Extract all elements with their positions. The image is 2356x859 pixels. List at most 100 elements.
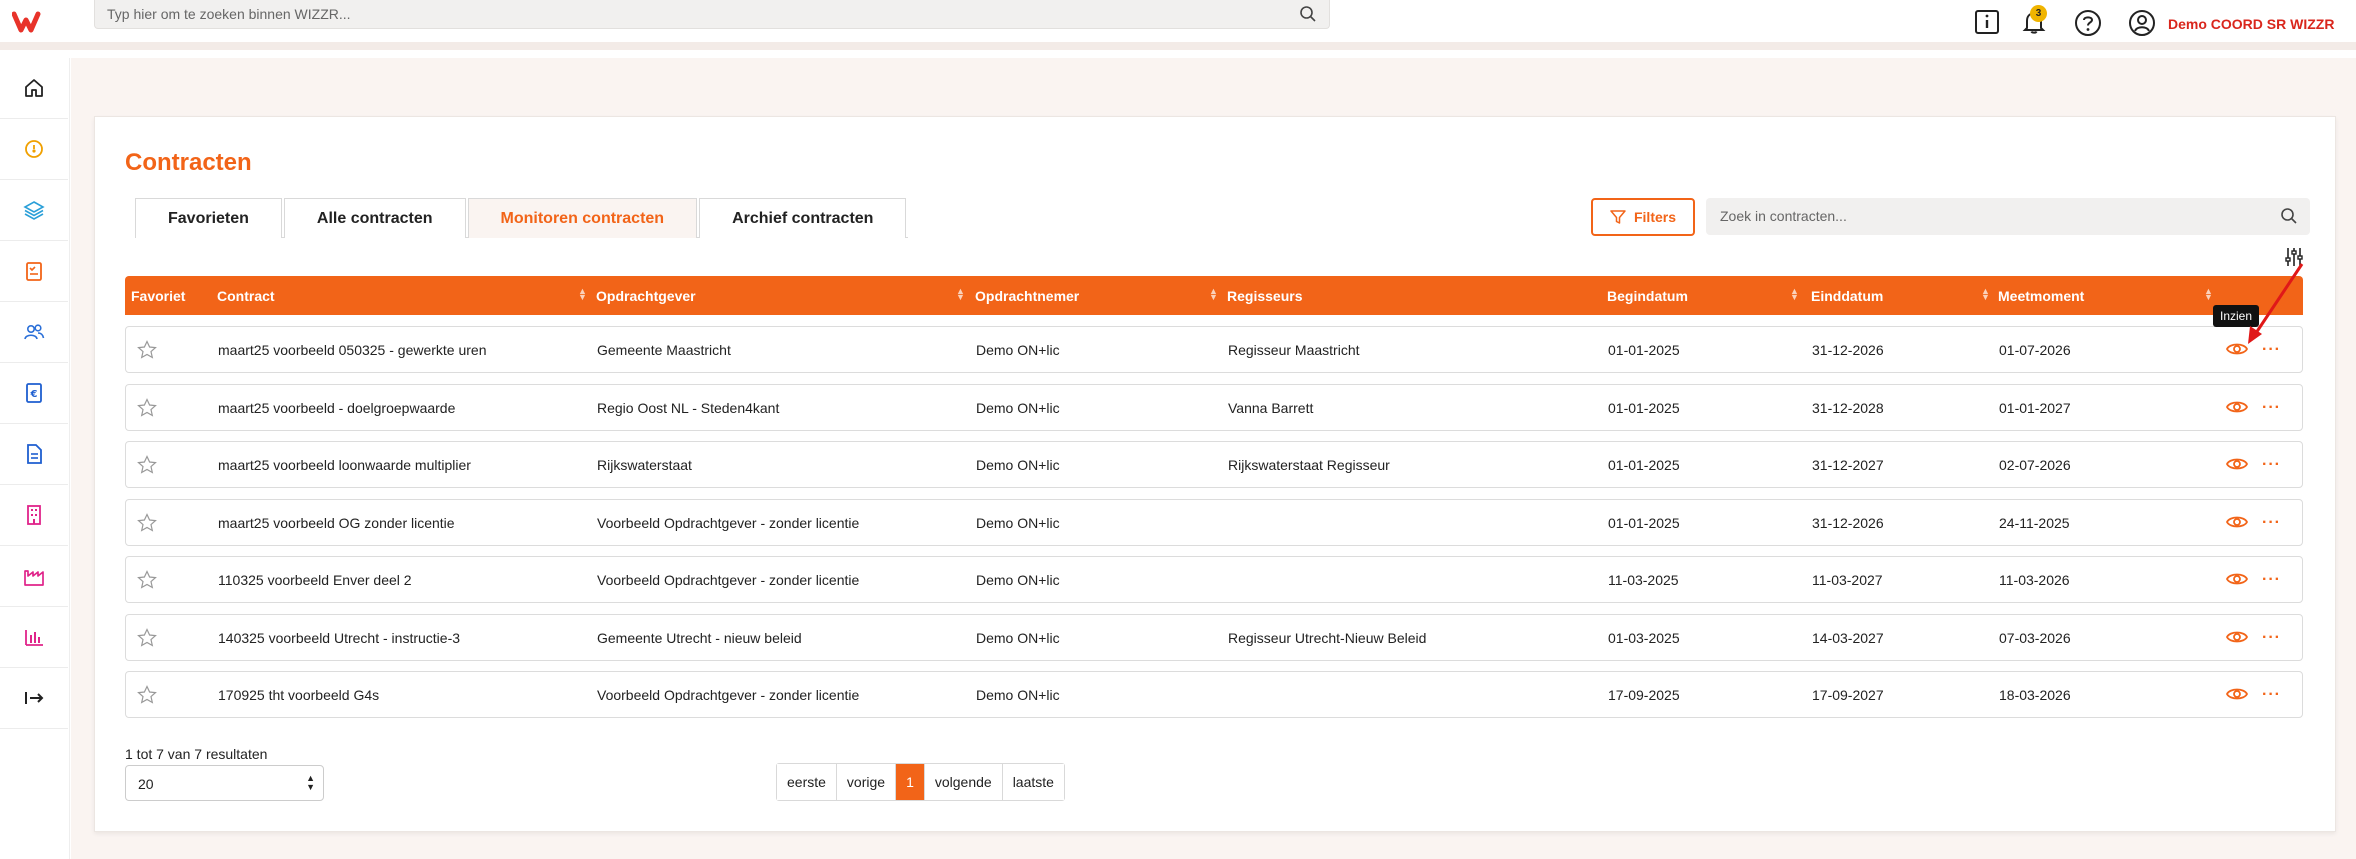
cell-contract: maart25 voorbeeld OG zonder licentie [218,515,455,531]
annotation-arrow [2248,263,2304,344]
filters-label: Filters [1633,209,1676,225]
notification-badge: 3 [2030,5,2047,22]
sort-icon[interactable]: ▲ ▼ [1790,287,1799,302]
eye-icon[interactable] [2226,514,2248,530]
sort-icon[interactable]: ▲ ▼ [1981,287,1990,302]
table-row[interactable]: maart25 voorbeeld loonwaarde multiplier … [125,441,2303,488]
table-row[interactable]: 110325 voorbeeld Enver deel 2 Voorbeeld … [125,556,2303,603]
column-header-opdrachtgever[interactable]: Opdrachtgever [596,288,696,304]
search-icon[interactable] [1299,5,1317,23]
logout-icon [25,692,44,704]
more-options-icon[interactable]: ··· [2262,629,2281,647]
sidebar-item-checklist[interactable] [0,241,68,302]
page-current[interactable]: 1 [896,764,925,800]
star-icon[interactable] [137,398,157,418]
star-icon[interactable] [137,570,157,590]
wizzr-logo[interactable] [12,10,48,34]
cell-contract: maart25 voorbeeld 050325 - gewerkte uren [218,342,487,358]
info-icon[interactable] [1974,9,2000,35]
sort-icon[interactable]: ▲ ▼ [956,287,965,302]
sidebar-item-logout[interactable] [0,668,68,729]
star-icon[interactable] [137,340,157,360]
page-first[interactable]: eerste [777,764,837,800]
cell-meetmoment: 18-03-2026 [1999,687,2071,703]
eye-icon[interactable] [2226,456,2248,472]
sidebar-item-layers[interactable] [0,180,68,241]
more-options-icon[interactable]: ··· [2262,571,2281,589]
table-row[interactable]: maart25 voorbeeld - doelgroepwaarde Regi… [125,384,2303,431]
column-header-begindatum[interactable]: Begindatum [1607,288,1688,304]
help-icon[interactable] [2074,9,2102,37]
table-row[interactable]: maart25 voorbeeld 050325 - gewerkte uren… [125,326,2303,373]
global-search-input[interactable]: Typ hier om te zoeken binnen WIZZR... [94,0,1330,29]
sort-icon[interactable]: ▲ ▼ [2204,287,2213,302]
column-header-einddatum[interactable]: Einddatum [1811,288,1883,304]
cell-meetmoment: 01-07-2026 [1999,342,2071,358]
eye-icon[interactable] [2226,399,2248,415]
eye-icon[interactable] [2226,629,2248,645]
cell-einddatum: 17-09-2027 [1812,687,1884,703]
column-header-contract[interactable]: Contract [217,288,275,304]
more-options-icon[interactable]: ··· [2262,514,2281,532]
star-icon[interactable] [137,455,157,475]
user-icon[interactable] [2128,9,2156,37]
page-last[interactable]: laatste [1002,764,1064,800]
cell-einddatum: 31-12-2026 [1812,515,1884,531]
column-header-regisseurs[interactable]: Regisseurs [1227,288,1302,304]
contract-search-input[interactable]: Zoek in contracten... [1706,198,2310,235]
cell-meetmoment: 11-03-2026 [1999,572,2070,588]
page-previous[interactable]: vorige [836,764,897,800]
more-options-icon[interactable]: ··· [2262,399,2281,417]
sidebar-item-organisations[interactable] [0,485,68,546]
cell-begindatum: 11-03-2025 [1608,572,1679,588]
more-options-icon[interactable]: ··· [2262,686,2281,704]
factory-icon [24,570,44,586]
column-header-favoriet[interactable]: Favoriet [131,288,185,304]
eye-icon[interactable] [2226,571,2248,587]
sidebar-item-reports[interactable] [0,607,68,668]
star-icon[interactable] [137,513,157,533]
contract-tabs: Favorieten Alle contracten Monitoren con… [135,198,909,238]
users-icon [24,324,45,340]
sidebar-item-dashboard[interactable] [0,119,68,180]
cell-contract: 140325 voorbeeld Utrecht - instructie-3 [218,630,461,646]
sidebar-item-finance[interactable]: € [0,363,68,424]
sort-icon[interactable]: ▲ ▼ [578,287,587,302]
table-header: Favoriet Contract ▲ ▼ Opdrachtgever ▲ ▼ Op… [125,276,2303,315]
column-header-opdrachtnemer[interactable]: Opdrachtnemer [975,288,1079,304]
cell-einddatum: 31-12-2026 [1812,342,1884,358]
tab-favorieten[interactable]: Favorieten [135,198,282,238]
star-icon[interactable] [137,628,157,648]
filters-button[interactable]: Filters [1591,198,1695,236]
column-header-meetmoment[interactable]: Meetmoment [1998,288,2084,304]
sidebar-item-documents[interactable] [0,424,68,485]
star-icon[interactable] [137,685,157,705]
eye-icon[interactable] [2226,686,2248,702]
tab-monitoren-contracten[interactable]: Monitoren contracten [467,198,698,238]
cell-contract: maart25 voorbeeld - doelgroepwaarde [218,400,456,416]
cell-meetmoment: 02-07-2026 [1999,457,2071,473]
sidebar-item-users[interactable] [0,302,68,363]
cell-opdrachtnemer: Demo ON+lic [976,687,1060,703]
user-name[interactable]: Demo COORD SR WIZZR [2168,16,2334,32]
sidebar-item-factory[interactable] [0,546,68,607]
sort-icon[interactable]: ▲ ▼ [1209,287,1218,302]
sidebar-item-home[interactable] [0,58,68,119]
cell-meetmoment: 24-11-2025 [1999,515,2070,531]
cell-opdrachtgever: Gemeente Maastricht [597,342,731,358]
cell-regisseurs: Regisseur Utrecht-Nieuw Beleid [1228,630,1427,646]
tab-alle-contracten[interactable]: Alle contracten [283,198,466,238]
cell-opdrachtnemer: Demo ON+lic [976,572,1060,588]
layers-icon [23,201,45,220]
table-row[interactable]: 140325 voorbeeld Utrecht - instructie-3 … [125,614,2303,661]
table-row[interactable]: 170925 tht voorbeeld G4s Voorbeeld Opdra… [125,671,2303,718]
more-options-icon[interactable]: ··· [2262,456,2281,474]
page-size-stepper[interactable]: 20 ▲ ▼ [125,765,324,801]
tab-archief-contracten[interactable]: Archief contracten [699,198,907,238]
building-icon [27,505,41,525]
page-next[interactable]: volgende [924,764,1003,800]
stepper-arrows-icon[interactable]: ▲ ▼ [306,774,315,792]
table-row[interactable]: maart25 voorbeeld OG zonder licentie Voo… [125,499,2303,546]
search-icon[interactable] [2280,207,2298,225]
cell-opdrachtgever: Voorbeeld Opdrachtgever - zonder licenti… [597,572,860,588]
